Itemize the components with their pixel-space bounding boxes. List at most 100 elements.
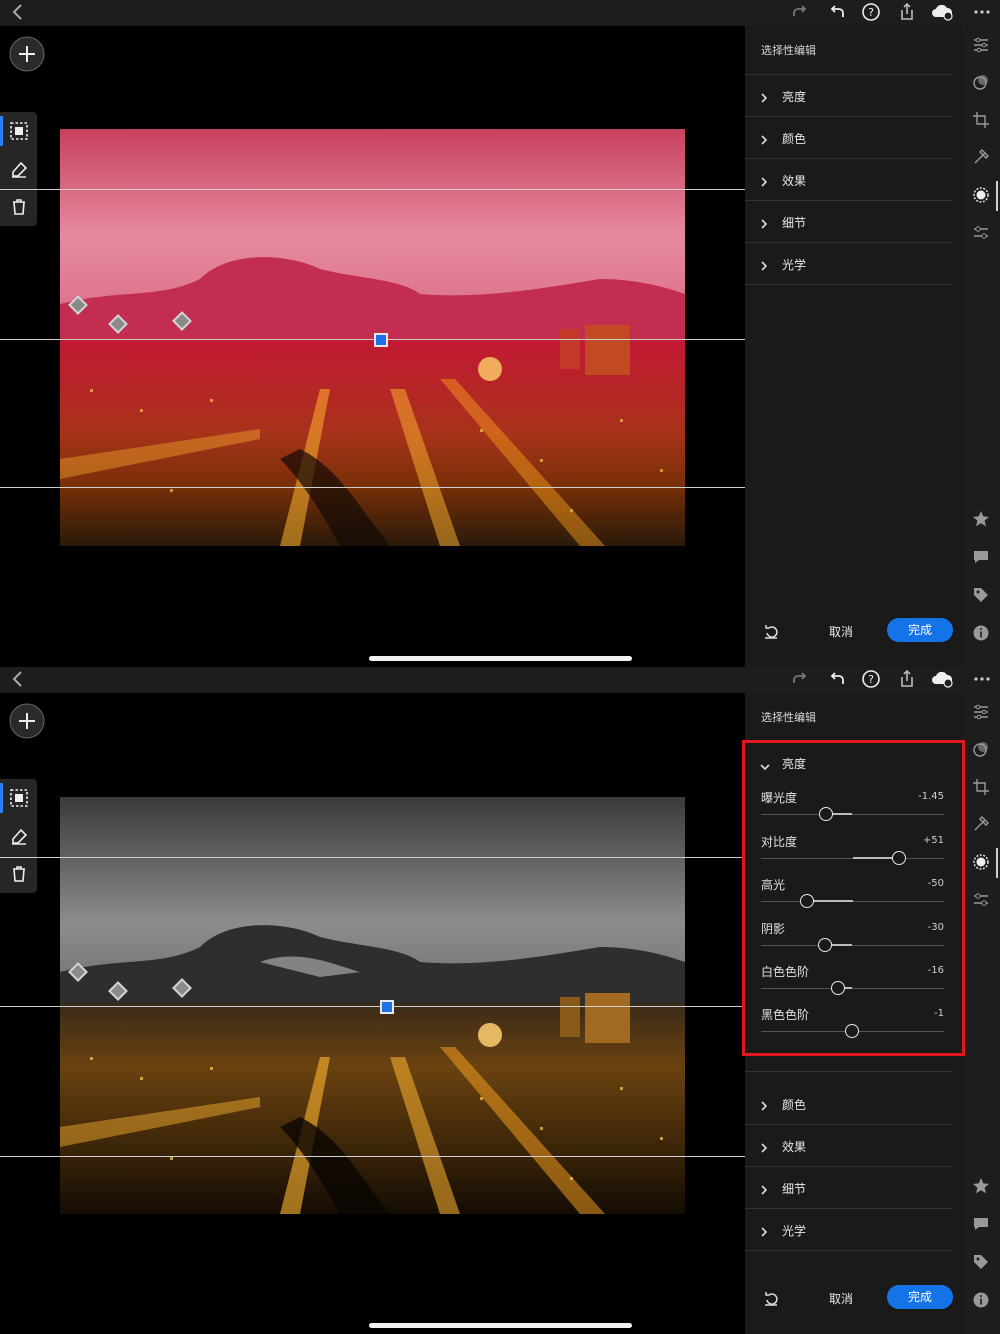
photo-canvas[interactable]	[0, 693, 745, 1334]
slider-value[interactable]: -30	[928, 922, 944, 933]
mask-toolbox	[0, 779, 37, 893]
section-optics[interactable]: 光学	[745, 1209, 953, 1251]
crop-icon[interactable]	[972, 778, 990, 796]
exposure-slider[interactable]: 曝光度 -1.45	[761, 789, 944, 833]
home-indicator	[369, 1323, 632, 1328]
section-effects[interactable]: 效果	[745, 159, 953, 201]
cloud-sync-icon[interactable]	[930, 1, 954, 23]
section-label: 颜色	[782, 132, 807, 146]
presets-icon[interactable]	[972, 73, 990, 91]
gradient-guide-top[interactable]	[0, 857, 745, 858]
reset-icon[interactable]	[763, 1291, 779, 1307]
slider-value[interactable]: -1.45	[918, 791, 944, 802]
trash-icon[interactable]	[8, 863, 30, 885]
slider-value[interactable]: +51	[923, 835, 944, 846]
slider-track[interactable]	[761, 814, 944, 815]
cancel-button[interactable]: 取消	[819, 1289, 863, 1309]
section-label: 颜色	[782, 1098, 807, 1112]
section-light-expanded: 亮度 曝光度 -1.45 对比度 +51 高光 -50 阴影 -30 白色色阶 …	[745, 742, 953, 1072]
selection-icon[interactable]	[8, 787, 30, 809]
blacks-slider[interactable]: 黑色色阶 -1	[761, 1006, 944, 1050]
section-light[interactable]: 亮度	[745, 75, 953, 117]
help-icon[interactable]: ?	[859, 1, 883, 23]
healing-icon[interactable]	[972, 148, 990, 166]
section-detail[interactable]: 细节	[745, 201, 953, 243]
comment-icon[interactable]	[972, 548, 990, 566]
shadows-slider[interactable]: 阴影 -30	[761, 920, 944, 964]
trash-icon[interactable]	[8, 196, 30, 218]
cancel-button[interactable]: 取消	[819, 622, 863, 642]
section-label[interactable]: 亮度	[782, 755, 806, 772]
section-color[interactable]: 颜色	[745, 117, 953, 159]
selection-icon[interactable]	[8, 120, 30, 142]
gradient-center-pin[interactable]	[374, 333, 388, 347]
undo-icon[interactable]	[825, 1, 849, 23]
reset-icon[interactable]	[763, 624, 779, 640]
slider-knob[interactable]	[818, 938, 833, 952]
add-mask-button[interactable]	[9, 703, 45, 739]
slider-track[interactable]	[761, 988, 944, 989]
done-button[interactable]: 完成	[887, 1285, 953, 1309]
share-icon[interactable]	[895, 1, 919, 23]
more-icon[interactable]	[970, 1, 994, 23]
redo-icon[interactable]	[788, 668, 812, 690]
masking-icon[interactable]	[972, 853, 990, 871]
slider-knob[interactable]	[844, 1024, 859, 1038]
info-icon[interactable]	[972, 1291, 990, 1309]
slider-track[interactable]	[761, 901, 944, 902]
section-optics[interactable]: 光学	[745, 243, 953, 285]
slider-knob[interactable]	[818, 807, 833, 821]
redo-icon[interactable]	[788, 1, 812, 23]
whites-slider[interactable]: 白色色阶 -16	[761, 963, 944, 1007]
add-mask-button[interactable]	[9, 36, 45, 72]
tag-icon[interactable]	[972, 1253, 990, 1271]
edit-sliders-icon[interactable]	[972, 36, 990, 54]
healing-icon[interactable]	[972, 815, 990, 833]
chevron-left-icon[interactable]	[8, 2, 28, 22]
gradient-guide-bottom[interactable]	[0, 487, 745, 488]
contrast-slider[interactable]: 对比度 +51	[761, 833, 944, 877]
tag-icon[interactable]	[972, 586, 990, 604]
section-effects[interactable]: 效果	[745, 1125, 953, 1167]
done-button[interactable]: 完成	[887, 618, 953, 642]
eraser-icon[interactable]	[8, 825, 30, 847]
star-icon[interactable]	[972, 1177, 990, 1195]
slider-knob[interactable]	[830, 981, 845, 995]
versions-icon[interactable]	[972, 891, 990, 909]
slider-value[interactable]: -50	[928, 878, 944, 889]
crop-icon[interactable]	[972, 111, 990, 129]
cloud-sync-icon[interactable]	[930, 668, 954, 690]
gradient-center-pin[interactable]	[380, 1000, 394, 1014]
highlights-slider[interactable]: 高光 -50	[761, 876, 944, 920]
gradient-guide-bottom[interactable]	[0, 1156, 745, 1157]
chevron-down-icon[interactable]	[759, 757, 771, 771]
info-icon[interactable]	[972, 624, 990, 642]
share-icon[interactable]	[895, 668, 919, 690]
gradient-guide-top[interactable]	[0, 189, 745, 190]
section-detail[interactable]: 细节	[745, 1167, 953, 1209]
undo-icon[interactable]	[825, 668, 849, 690]
slider-label: 高光	[761, 878, 786, 892]
masking-icon[interactable]	[972, 186, 990, 204]
top-bar: ?	[0, 0, 1000, 26]
star-icon[interactable]	[972, 510, 990, 528]
slider-knob[interactable]	[892, 851, 907, 865]
edit-sliders-icon[interactable]	[972, 703, 990, 721]
gradient-guide-center[interactable]	[0, 339, 745, 340]
eraser-icon[interactable]	[8, 158, 30, 180]
presets-icon[interactable]	[972, 740, 990, 758]
section-label: 细节	[782, 1182, 807, 1196]
comment-icon[interactable]	[972, 1215, 990, 1233]
chevron-left-icon[interactable]	[8, 669, 28, 689]
slider-value[interactable]: -1	[934, 1008, 944, 1019]
slider-track[interactable]	[761, 945, 944, 946]
photo-masked[interactable]	[60, 129, 685, 546]
versions-icon[interactable]	[972, 224, 990, 242]
slider-knob[interactable]	[799, 894, 814, 908]
photo-canvas[interactable]	[0, 26, 745, 667]
help-icon[interactable]: ?	[859, 668, 883, 690]
gradient-guide-center[interactable]	[0, 1006, 745, 1007]
slider-value[interactable]: -16	[928, 965, 944, 976]
section-color[interactable]: 颜色	[745, 1083, 953, 1125]
more-icon[interactable]	[970, 668, 994, 690]
